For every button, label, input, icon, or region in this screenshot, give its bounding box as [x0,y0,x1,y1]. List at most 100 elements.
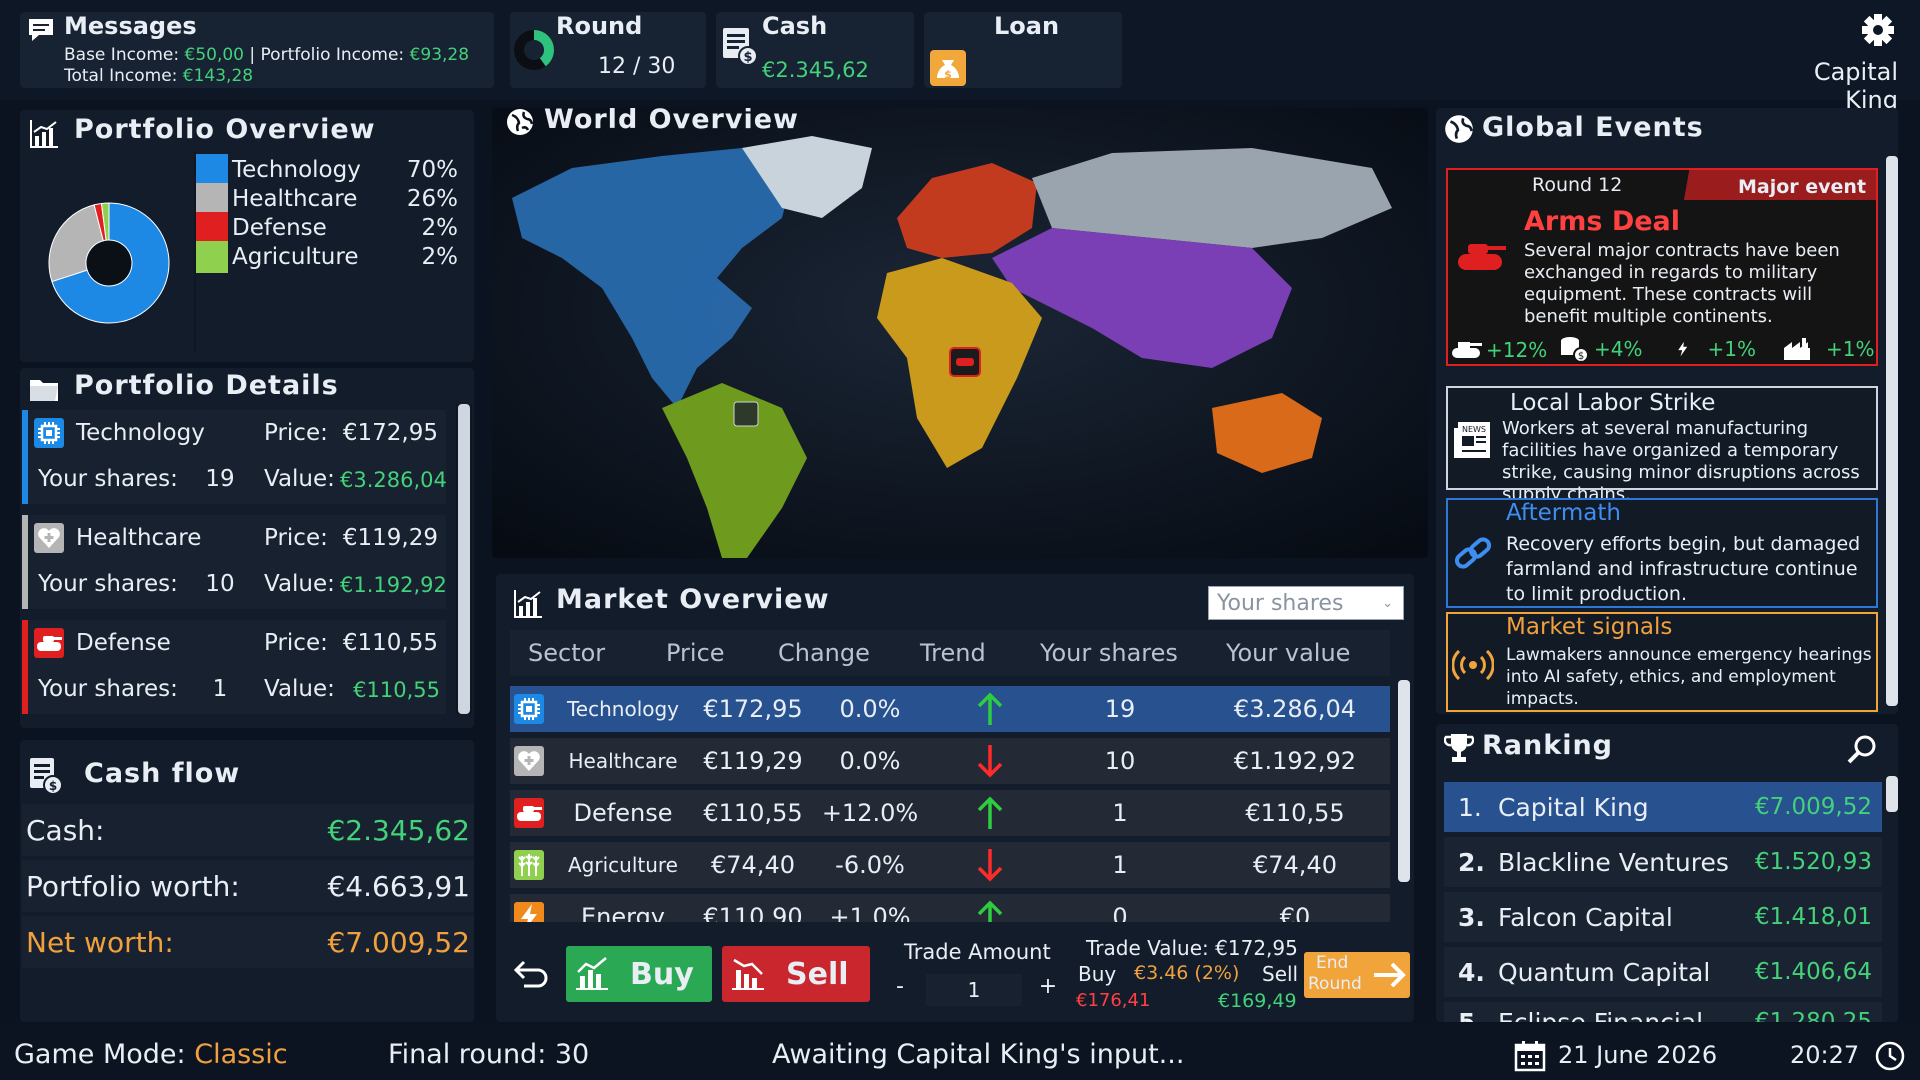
sell-chart-icon [732,958,764,990]
final-round: Final round: 30 [388,1039,590,1070]
sell-button[interactable]: Sell [722,946,870,1002]
ranking-row[interactable]: 4. Quantum Capital €1.406,64 [1444,947,1882,997]
market-price: €110,55 [703,799,803,827]
market-row-defense[interactable]: Defense €110,55 +12.0% 1 €110,55 [510,790,1390,836]
market-trend-down [930,842,1050,888]
trade-value-label: Trade Value: [1086,936,1209,960]
aftermath-body: Recovery efforts begin, but damaged farm… [1506,533,1861,605]
effect-defense: +12% [1450,338,1550,362]
trade-value: €172,95 [1215,936,1298,960]
game-mode-label: Game Mode: [14,1039,186,1070]
market-sector: Technology [566,697,680,721]
bottom-status-bar: Game Mode: Classic Final round: 30 Await… [0,1030,1920,1080]
market-shares: 10 [1104,747,1136,775]
market-trend-up [930,686,1050,732]
technology-icon [514,694,544,724]
market-row-technology[interactable]: Technology €172,95 0.0% 19 €3.286,04 [510,686,1390,732]
decrease-amount-button[interactable]: - [888,974,912,1004]
calendar-icon [1514,1041,1546,1072]
rank-number: 3. [1458,902,1485,932]
market-change: 0.0% [839,747,901,775]
net-worth-label: Net worth: [26,925,174,959]
major-event-title: Arms Deal [1524,206,1681,237]
market-value: €74,40 [1253,851,1337,879]
net-worth-amount: €7.009,52 [327,925,470,959]
link-icon [1454,537,1492,569]
effect-energy-value: +1% [1707,337,1757,361]
game-mode: Game Mode: Classic [14,1039,288,1070]
market-sector: Defense [573,799,673,827]
market-price: €74,40 [711,851,795,879]
market-value: €110,55 [1245,799,1345,827]
trade-amount-input[interactable]: 1 [926,974,1022,1006]
tank-small-icon [1452,342,1482,358]
market-value: €1.192,92 [1233,747,1357,775]
aftermath-event-card[interactable]: Aftermath Recovery efforts begin, but da… [1446,498,1878,608]
ranking-row[interactable]: 3. Falcon Capital €1.418,01 [1444,892,1882,942]
buy-button[interactable]: Buy [566,946,712,1002]
buy-small-label: Buy [1078,962,1117,986]
market-row-energy[interactable]: Energy €110,90 +1.0% 0 €0 [510,894,1390,922]
game-mode-value: Classic [194,1039,288,1070]
rank-player-name: Falcon Capital [1498,902,1673,932]
market-value: €0 [1279,903,1311,922]
buy-label: Buy [630,956,694,992]
rank-net-worth: €7.009,52 [1754,794,1872,820]
rank-net-worth: €1.418,01 [1754,904,1872,930]
end-round-line1: End [1316,953,1349,973]
market-sector-icon [514,850,544,880]
market-trend-down [930,738,1050,784]
market-row-healthcare[interactable]: Healthcare €119,29 0.0% 10 €1.192,92 [510,738,1390,784]
market-sector: Healthcare [568,749,678,773]
market-change: +1.0% [829,903,911,922]
svg-text:NEWS: NEWS [1462,425,1486,434]
end-round-line2: Round [1308,974,1362,994]
global-events-title: Global Events [1482,112,1704,143]
ranking-row[interactable]: 5. Eclipse Financial €1.280,25 [1444,1002,1882,1022]
market-price: €119,29 [703,747,803,775]
sell-total: €169,49 [1218,990,1297,1012]
market-price: €172,95 [703,695,803,723]
effect-finance-value: +4% [1594,337,1643,361]
date-display: 21 June 2026 [1558,1041,1718,1069]
rank-number: 1. [1458,792,1482,822]
effect-defense-value: +12% [1486,338,1548,362]
trend-up-arrow-icon [977,692,1003,725]
market-row-agriculture[interactable]: Agriculture €74,40 -6.0% 1 €74,40 [510,842,1390,888]
major-event-card[interactable]: Round 12 Major event Arms Deal Several m… [1446,168,1878,366]
effect-industry-value: +1% [1826,337,1875,361]
status-message: Awaiting Capital King's input... [772,1039,1185,1070]
aftermath-title: Aftermath [1506,500,1621,526]
end-round-button[interactable]: End Round [1304,952,1410,998]
ranking-panel: Ranking 1. Capital King €7.009,52 2. Blackli… [1436,724,1898,1022]
svg-text:$: $ [1578,351,1584,362]
market-price: €110,90 [703,903,803,922]
time-display: 20:27 [1790,1041,1860,1069]
labor-strike-event-card[interactable]: Local Labor Strike NEWS Workers at sever… [1446,386,1878,505]
market-sector: Agriculture [568,853,678,877]
undo-icon[interactable] [512,956,550,990]
market-shares: 0 [1112,903,1128,922]
market-change: 0.0% [839,695,901,723]
factory-icon [1784,338,1810,360]
clock-icon [1875,1041,1905,1071]
market-trend-up [930,894,1050,922]
market-signals-event-card[interactable]: Market signals Lawmakers announce emerge… [1446,612,1878,712]
market-sector-icon [514,746,544,776]
rank-player-name: Blackline Ventures [1498,847,1729,877]
rank-number: 5. [1458,1007,1485,1023]
rank-net-worth: €1.280,25 [1754,1009,1872,1022]
ranking-row[interactable]: 1. Capital King €7.009,52 [1444,782,1882,832]
rank-player-name: Eclipse Financial [1498,1007,1704,1023]
increase-amount-button[interactable]: + [1036,974,1060,1004]
events-scrollbar[interactable] [1886,156,1898,706]
labor-strike-title: Local Labor Strike [1510,390,1716,416]
market-value: €3.286,04 [1233,695,1357,723]
market-sector-icon [514,798,544,828]
market-sector: Energy [580,903,666,922]
rank-net-worth: €1.520,93 [1754,849,1872,875]
market-shares: 19 [1104,695,1136,723]
ranking-row[interactable]: 2. Blackline Ventures €1.520,93 [1444,837,1882,887]
rank-net-worth: €1.406,64 [1754,959,1872,985]
market-shares: 1 [1112,799,1128,827]
